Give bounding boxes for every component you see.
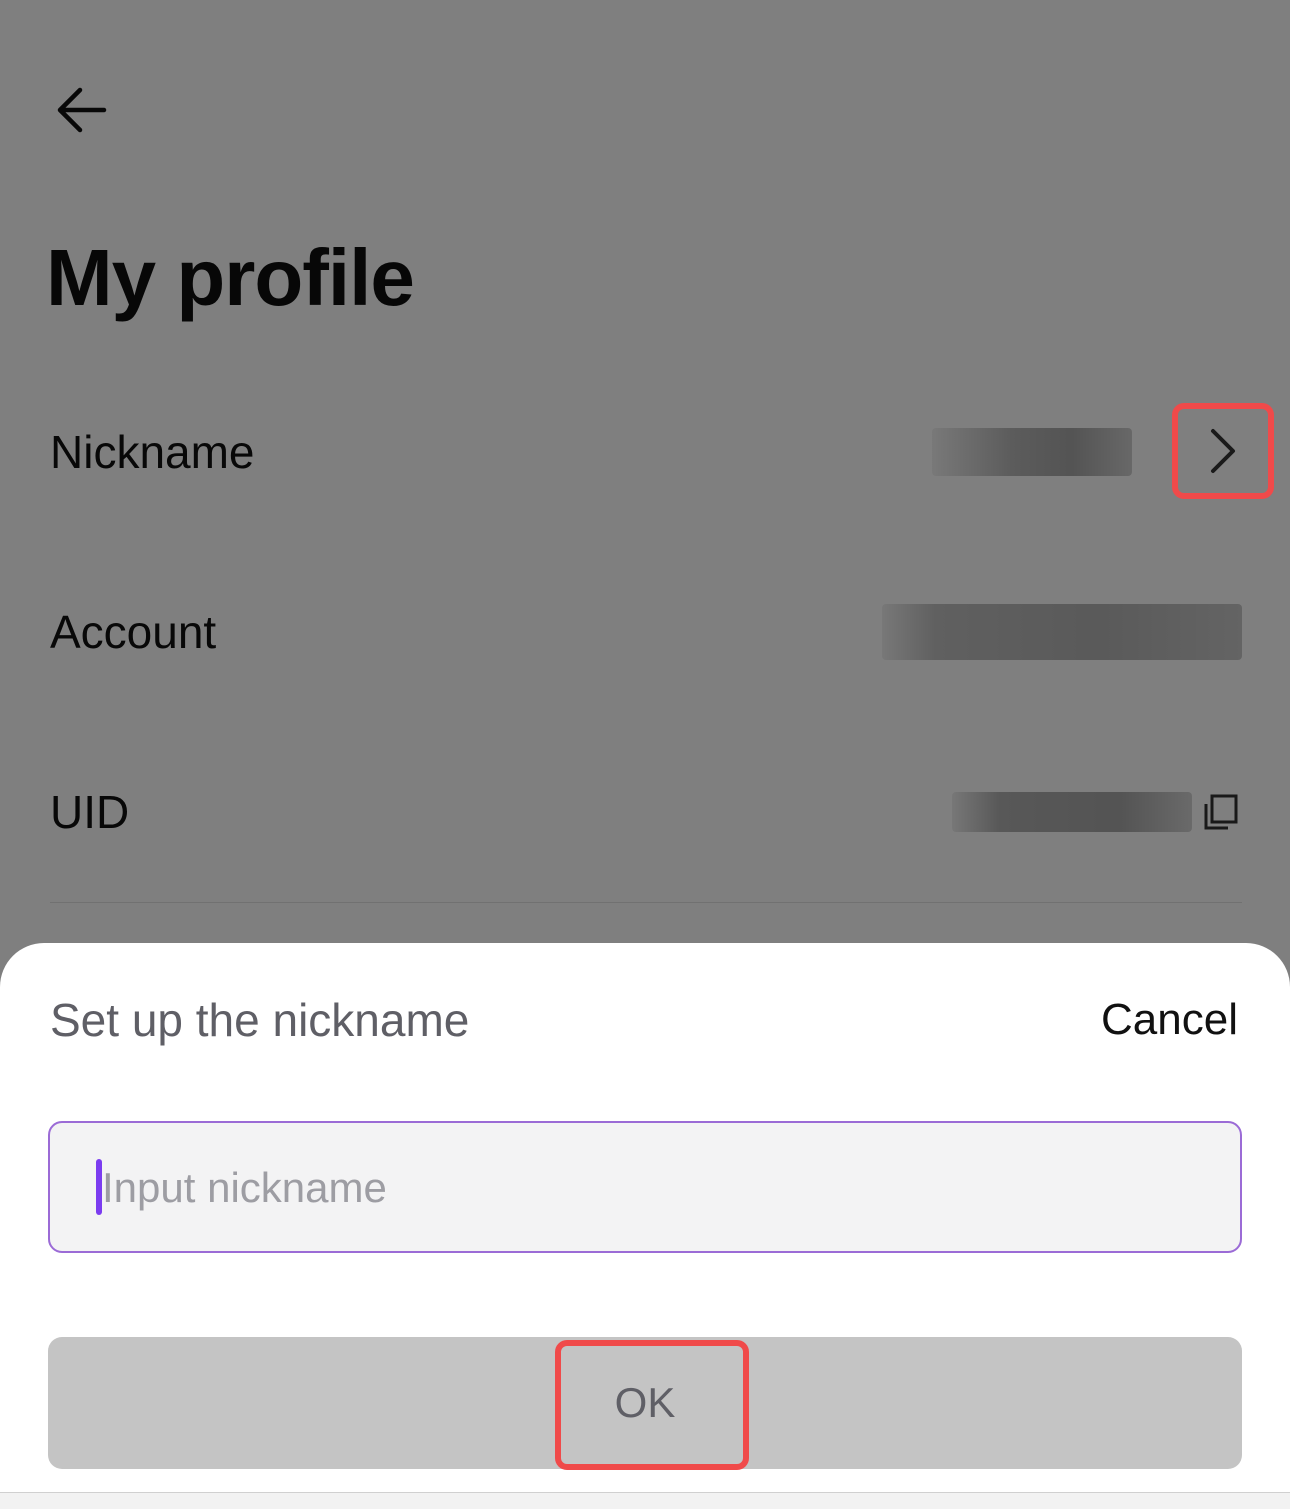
nickname-sheet: Set up the nickname Cancel OK xyxy=(0,943,1290,1508)
chevron-right-icon xyxy=(1211,429,1235,473)
nickname-input[interactable] xyxy=(102,1143,1202,1233)
nickname-edit-button[interactable] xyxy=(1172,403,1274,499)
ok-button-label: OK xyxy=(614,1379,676,1426)
cancel-button[interactable]: Cancel xyxy=(1101,995,1238,1045)
bottom-edge xyxy=(0,1492,1290,1509)
nickname-input-container[interactable] xyxy=(48,1121,1242,1253)
ok-button[interactable]: OK xyxy=(48,1337,1242,1469)
sheet-title: Set up the nickname xyxy=(50,994,470,1046)
